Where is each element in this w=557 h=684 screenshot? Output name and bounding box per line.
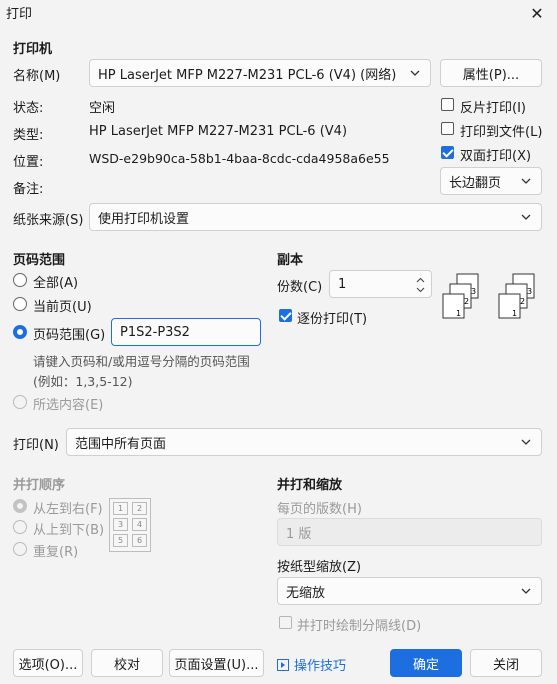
copies-section-title: 副本: [277, 253, 304, 268]
pages-per-sheet-select[interactable]: 1 版: [277, 518, 542, 546]
scale-value: 无缩放: [286, 585, 326, 601]
order-ltr-label: 从左到右(F): [33, 502, 103, 517]
reverse-print-checkbox[interactable]: [441, 98, 454, 111]
chevron-down-icon: [521, 588, 531, 594]
options-button[interactable]: 选项(O)...: [13, 649, 83, 677]
tips-link[interactable]: 操作技巧: [277, 655, 346, 674]
print-what-select[interactable]: 范围中所有页面: [66, 428, 542, 456]
order-cell: 4: [132, 518, 147, 531]
svg-text:3: 3: [471, 287, 476, 296]
location-value: WSD-e29b90ca-58b1-4baa-8cdc-cda4958a6e55: [89, 151, 390, 166]
copies-count-stepper[interactable]: 1: [329, 270, 432, 298]
print-to-file-label: 打印到文件(L): [460, 125, 543, 140]
page-range-value: P1S2-P3S2: [120, 324, 190, 340]
stepper-arrows-icon[interactable]: [416, 276, 425, 294]
chevron-down-icon: [521, 439, 531, 445]
page-range-hint: 请键入页码和/或用逗号分隔的页码范围: [33, 354, 250, 369]
proofread-button[interactable]: 校对: [91, 649, 163, 677]
paper-source-select[interactable]: 使用打印机设置: [89, 203, 542, 231]
flip-select[interactable]: 长边翻页: [440, 167, 542, 195]
print-what-label: 打印(N): [13, 438, 59, 453]
properties-button[interactable]: 属性(P)...: [440, 59, 542, 87]
order-preview-grid: 1 2 3 4 5 6: [109, 498, 151, 552]
order-cell: 6: [132, 534, 147, 547]
status-label: 状态:: [13, 101, 44, 116]
copies-collated-icon: 3 2 1: [498, 273, 535, 319]
tips-icon: [277, 658, 289, 671]
duplex-checkbox[interactable]: [441, 146, 454, 159]
status-value: 空闲: [89, 101, 116, 116]
close-button[interactable]: 关闭: [470, 649, 542, 677]
printer-name-value: HP LaserJet MFP M227-M231 PCL-6 (V4) (网络…: [98, 67, 397, 83]
note-label: 备注:: [13, 182, 44, 197]
page-setup-button[interactable]: 页面设置(U)...: [169, 649, 264, 677]
chevron-down-icon: [521, 214, 531, 220]
paper-source-value: 使用打印机设置: [98, 211, 190, 227]
paper-source-label: 纸张来源(S): [13, 213, 84, 228]
copies-count-value: 1: [338, 276, 347, 292]
page-range-section-title: 页码范围: [13, 253, 66, 268]
svg-text:2: 2: [464, 297, 469, 306]
flip-value: 长边翻页: [449, 175, 502, 191]
print-what-value: 范围中所有页面: [75, 436, 167, 452]
copies-uncollated-icon: 3 2 1: [442, 273, 479, 319]
collate-label: 逐份打印(T): [297, 312, 368, 327]
tips-label: 操作技巧: [294, 659, 347, 674]
page-range-input[interactable]: P1S2-P3S2: [111, 318, 261, 346]
svg-text:1: 1: [456, 309, 461, 318]
zoom-section-title: 并打和缩放: [277, 478, 343, 493]
range-selection-label: 所选内容(E): [33, 398, 104, 413]
printer-name-select[interactable]: HP LaserJet MFP M227-M231 PCL-6 (V4) (网络…: [89, 59, 431, 87]
printer-name-label: 名称(M): [13, 69, 61, 84]
order-cell: 5: [113, 534, 128, 547]
range-pages-label: 页码范围(G): [33, 328, 106, 343]
order-cell: 2: [132, 502, 147, 515]
range-current-label: 当前页(U): [33, 300, 92, 315]
window-title: 打印: [6, 7, 33, 22]
order-ttb-label: 从上到下(B): [33, 523, 105, 538]
draw-lines-checkbox[interactable]: [279, 616, 292, 629]
printer-section-title: 打印机: [13, 42, 53, 57]
range-current-radio[interactable]: [13, 297, 27, 311]
range-all-radio[interactable]: [13, 273, 27, 287]
scale-select[interactable]: 无缩放: [277, 577, 542, 605]
reverse-print-label: 反片打印(I): [460, 101, 526, 116]
order-cell: 1: [113, 502, 128, 515]
scale-label: 按纸型缩放(Z): [277, 560, 362, 575]
order-cell: 3: [113, 518, 128, 531]
copies-count-label: 份数(C): [277, 280, 323, 295]
order-repeat-radio[interactable]: [13, 542, 27, 556]
pages-per-sheet-value: 1 版: [286, 526, 312, 542]
chevron-down-icon: [521, 178, 531, 184]
range-selection-radio[interactable]: [13, 395, 27, 409]
pages-per-sheet-label: 每页的版数(H): [277, 502, 362, 517]
order-ttb-radio[interactable]: [13, 520, 27, 534]
range-pages-radio[interactable]: [13, 325, 27, 339]
type-value: HP LaserJet MFP M227-M231 PCL-6 (V4): [89, 124, 348, 139]
range-all-label: 全部(A): [33, 276, 79, 291]
order-ltr-radio[interactable]: [13, 499, 27, 513]
order-repeat-label: 重复(R): [33, 545, 79, 560]
print-order-section-title: 并打顺序: [13, 478, 66, 493]
page-range-example: (例如：1,3,5-12): [33, 374, 133, 389]
type-label: 类型:: [13, 128, 44, 143]
collate-checkbox[interactable]: [279, 309, 292, 322]
close-icon[interactable]: ✕: [517, 0, 557, 26]
chevron-down-icon: [410, 70, 420, 76]
svg-text:2: 2: [520, 297, 525, 306]
print-to-file-checkbox[interactable]: [441, 122, 454, 135]
ok-button[interactable]: 确定: [390, 649, 462, 677]
location-label: 位置:: [13, 155, 44, 170]
svg-text:3: 3: [527, 287, 532, 296]
svg-text:1: 1: [512, 309, 517, 318]
duplex-label: 双面打印(X): [460, 149, 532, 164]
draw-lines-label: 并打时绘制分隔线(D): [297, 619, 422, 634]
